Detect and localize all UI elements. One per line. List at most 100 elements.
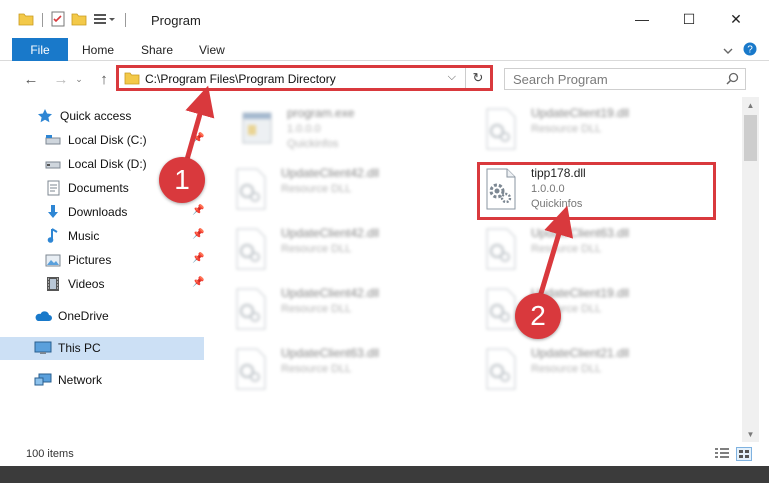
list-item[interactable]: UpdateClient42.dll Resource DLL — [233, 223, 463, 275]
details-view-icon[interactable] — [714, 447, 730, 461]
close-button[interactable]: ✕ — [713, 0, 759, 38]
sidebar-item-pictures[interactable]: Pictures — [44, 249, 111, 271]
file-name: UpdateClient21.dll — [531, 346, 630, 360]
customize-toolbar-icon[interactable] — [93, 12, 117, 29]
search-input[interactable]: Search Program — [504, 68, 746, 90]
sidebar-item-this-pc[interactable]: This PC — [34, 337, 101, 359]
dll-icon — [486, 288, 516, 330]
drive-icon — [44, 156, 62, 172]
scroll-up-icon[interactable]: ▲ — [742, 97, 759, 113]
sidebar-item-quick-access[interactable]: Quick access — [36, 105, 131, 127]
list-item[interactable]: UpdateClient19.dll Resource DLL — [483, 103, 713, 155]
file-description: Resource DLL — [531, 243, 602, 255]
file-description: Resource DLL — [281, 243, 352, 255]
list-item[interactable]: UpdateClient42.dll Resource DLL — [233, 283, 463, 335]
list-item[interactable]: program.exe 1.0.0.0 Quickinfos — [239, 103, 469, 155]
up-button[interactable]: ↑ — [94, 69, 114, 89]
folder-icon — [124, 71, 140, 88]
sidebar-item-label: This PC — [58, 341, 101, 355]
file-description: Resource DLL — [281, 183, 352, 195]
sidebar-item-onedrive[interactable]: OneDrive — [34, 305, 109, 327]
file-name: UpdateClient42.dll — [281, 226, 380, 240]
file-name: program.exe — [287, 106, 355, 120]
sidebar-item-downloads[interactable]: Downloads — [44, 201, 127, 223]
up-arrow-icon: ↑ — [100, 70, 108, 88]
list-item[interactable]: UpdateClient21.dll Resource DLL — [483, 343, 713, 395]
title-bar: Program — ☐ ✕ — [0, 0, 769, 38]
refresh-icon: ↻ — [472, 70, 484, 85]
minimize-icon: — — [635, 11, 649, 27]
address-bar[interactable]: C:\Program Files\Program Directory ⌵ ↻ — [116, 65, 493, 91]
folder-icon[interactable] — [18, 12, 34, 29]
refresh-button[interactable]: ↻ — [465, 68, 490, 88]
file-name: UpdateClient42.dll — [281, 286, 380, 300]
help-icon[interactable]: ? — [743, 42, 757, 59]
selection-highlight — [0, 337, 204, 360]
scroll-down-icon[interactable]: ▼ — [742, 426, 759, 442]
window-frame-bottom — [0, 466, 769, 483]
tab-file[interactable]: File — [12, 38, 68, 61]
address-path[interactable]: C:\Program Files\Program Directory — [145, 72, 336, 86]
dll-icon — [236, 288, 266, 330]
navigation-pane: Quick access Local Disk (C:) Local Disk … — [0, 97, 206, 442]
forward-button[interactable]: → — [51, 69, 71, 89]
sidebar-item-local-disk-c[interactable]: Local Disk (C:) — [44, 129, 147, 151]
maximize-icon: ☐ — [682, 10, 696, 27]
properties-icon[interactable] — [51, 11, 65, 30]
expand-ribbon-icon[interactable] — [723, 44, 733, 58]
minimize-button[interactable]: — — [619, 0, 665, 38]
file-list: program.exe 1.0.0.0 Quickinfos UpdateCli… — [207, 97, 742, 442]
list-item[interactable]: UpdateClient63.dll Resource DLL — [483, 223, 713, 275]
file-description: Resource DLL — [531, 123, 602, 135]
pin-icon[interactable]: 📌 — [192, 133, 204, 144]
pin-icon[interactable]: 📌 — [192, 253, 204, 264]
dll-icon — [486, 228, 516, 270]
tab-view[interactable]: View — [199, 38, 225, 61]
cloud-icon — [34, 308, 52, 324]
sidebar-item-local-disk-d[interactable]: Local Disk (D:) — [44, 153, 147, 175]
pin-icon[interactable]: 📌 — [192, 205, 204, 216]
file-name: UpdateClient42.dll — [281, 166, 380, 180]
svg-text:?: ? — [747, 45, 753, 56]
sidebar-item-label: Downloads — [68, 205, 128, 219]
tab-share[interactable]: Share — [141, 38, 173, 61]
large-icons-view-icon[interactable] — [736, 447, 752, 461]
ribbon-tabs: File Home Share View ? — [0, 38, 769, 61]
file-description: Resource DLL — [531, 363, 602, 375]
sidebar-item-label: OneDrive — [58, 309, 109, 323]
sidebar-item-label: Pictures — [68, 253, 112, 267]
star-icon — [36, 108, 54, 124]
dll-icon — [236, 168, 266, 210]
vertical-scrollbar[interactable]: ▲ ▼ — [742, 97, 759, 442]
computer-icon — [34, 340, 52, 356]
sidebar-item-label: Music — [68, 229, 100, 243]
sidebar-item-music[interactable]: Music — [44, 225, 99, 247]
navigation-bar: ← → ⌄ ↑ C:\Program Files\Program Directo… — [0, 61, 769, 97]
pin-icon[interactable]: 📌 — [192, 229, 204, 240]
sidebar-item-documents[interactable]: Documents — [44, 177, 129, 199]
recent-locations-button[interactable]: ⌄ — [73, 69, 85, 89]
pin-icon[interactable]: 📌 — [192, 277, 204, 288]
window-title: Program — [151, 13, 201, 28]
tab-home[interactable]: Home — [82, 38, 114, 61]
search-icon[interactable] — [726, 72, 739, 88]
back-button[interactable]: ← — [21, 69, 41, 89]
maximize-button[interactable]: ☐ — [666, 0, 712, 38]
sidebar-item-network[interactable]: Network — [34, 369, 102, 391]
file-description: Resource DLL — [281, 363, 352, 375]
sidebar-item-videos[interactable]: Videos — [44, 273, 104, 295]
sidebar-item-label: Quick access — [60, 109, 132, 123]
videos-icon — [44, 276, 62, 292]
chevron-down-icon[interactable]: ⌵ — [448, 71, 456, 84]
network-icon — [34, 372, 52, 388]
file-description: Resource DLL — [281, 303, 352, 315]
file-name: UpdateClient63.dll — [281, 346, 380, 360]
list-item[interactable]: UpdateClient42.dll Resource DLL — [233, 163, 463, 215]
list-item[interactable]: UpdateClient63.dll Resource DLL — [233, 343, 463, 395]
new-folder-icon[interactable] — [71, 12, 87, 29]
file-name: UpdateClient63.dll — [531, 226, 630, 240]
scroll-thumb[interactable] — [744, 115, 757, 161]
search-placeholder: Search Program — [513, 72, 608, 87]
exe-icon — [242, 112, 272, 144]
dll-icon — [236, 228, 266, 270]
